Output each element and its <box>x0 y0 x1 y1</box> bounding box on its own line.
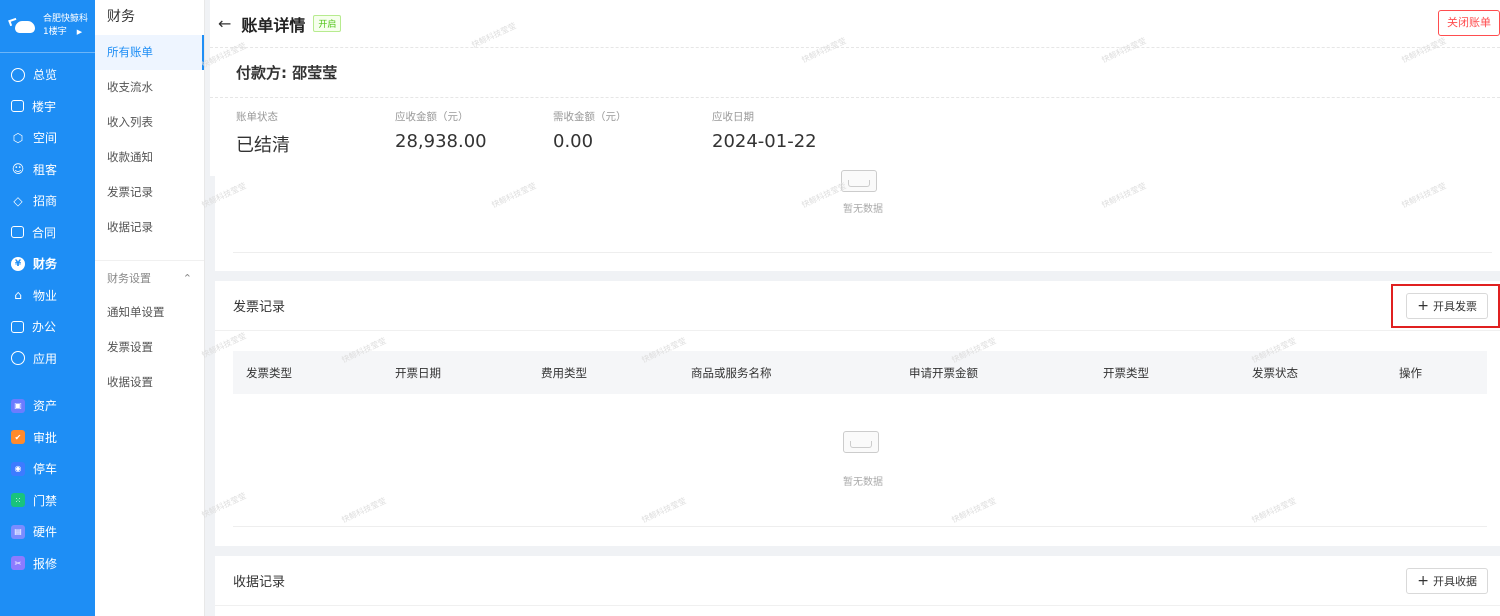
stat-due: 需收金额（元） 0.00 <box>553 111 627 152</box>
col-invoice-type: 发票类型 <box>246 366 292 380</box>
nav-item-building[interactable]: 楼宇 <box>0 91 95 123</box>
chevron-up-icon: ⌃ <box>182 272 192 285</box>
invoice-table-header: 发票类型 开票日期 费用类型 商品或服务名称 申请开票金额 开票类型 发票状态 … <box>233 351 1487 394</box>
col-issue-type: 开票类型 <box>1103 366 1149 380</box>
receipt-records-card: 收据记录 + 开具收据 <box>215 556 1500 616</box>
nav-app-parking[interactable]: ◉ 停车 <box>0 453 95 485</box>
nav-app-hardware[interactable]: ▤ 硬件 <box>0 516 95 548</box>
previous-section-empty: 暂无数据 <box>215 170 1500 271</box>
nav-item-apps[interactable]: 应用 <box>0 343 95 375</box>
main-nav: 合肥快鲸科 1楼宇 ▶ 总览 楼宇 ⬡ 空间 ☺ 租客 ◇ 招商 合同 ¥ 财务 ⌂ 物业 … <box>0 0 95 616</box>
submenu-payment-notice[interactable]: 收款通知 <box>95 140 204 175</box>
submenu-invoice-settings[interactable]: 发票设置 <box>95 330 204 365</box>
col-goods-name: 商品或服务名称 <box>691 366 772 380</box>
nav-item-contract[interactable]: 合同 <box>0 217 95 249</box>
plus-icon: + <box>1417 573 1429 589</box>
access-icon: ⁙ <box>11 493 25 508</box>
document-icon <box>11 226 24 239</box>
monitor-icon <box>11 320 24 333</box>
issue-receipt-button[interactable]: + 开具收据 <box>1406 568 1488 594</box>
invoice-card-title: 发票记录 <box>215 281 1500 331</box>
page-title: 账单详情 <box>241 15 306 35</box>
stat-receivable: 应收金额（元） 28,938.00 <box>395 111 487 152</box>
page-header: ← 账单详情 开启 <box>210 0 1500 48</box>
status-badge: 开启 <box>313 15 342 32</box>
repair-icon: ✂ <box>11 556 25 571</box>
submenu-receipt-settings[interactable]: 收据设置 <box>95 365 204 400</box>
col-fee-type: 费用类型 <box>541 366 587 380</box>
nav-item-tenant[interactable]: ☺ 租客 <box>0 154 95 186</box>
nav-app-assets[interactable]: ▣ 资产 <box>0 390 95 422</box>
submenu-income-list[interactable]: 收入列表 <box>95 105 204 140</box>
invoice-records-card: 发票记录 + 开具发票 发票类型 开票日期 费用类型 商品或服务名称 申请开票金额… <box>215 281 1500 546</box>
nav-item-space[interactable]: ⬡ 空间 <box>0 122 95 154</box>
close-bill-button[interactable]: 关闭账单 <box>1438 10 1500 36</box>
empty-box-icon <box>841 170 877 192</box>
empty-text: 暂无数据 <box>843 477 883 488</box>
yen-icon: ¥ <box>11 256 25 271</box>
payer-name: 付款方: 邵莹莹 <box>210 48 1500 98</box>
nav-app-approval[interactable]: ✔ 审批 <box>0 422 95 454</box>
col-apply-amount: 申请开票金额 <box>909 366 978 380</box>
col-invoice-status: 发票状态 <box>1252 366 1298 380</box>
nav-item-finance[interactable]: ¥ 财务 <box>0 248 95 280</box>
tag-icon: ◇ <box>13 193 23 208</box>
submenu-group-settings[interactable]: 财务设置 ⌃ <box>95 260 204 295</box>
nav-item-leasing[interactable]: ◇ 招商 <box>0 185 95 217</box>
hardware-icon: ▤ <box>11 524 25 539</box>
building-name: 1楼宇 <box>43 27 67 37</box>
receipt-card-title: 收据记录 <box>215 556 1500 606</box>
dashboard-icon <box>11 67 25 82</box>
home-icon: ⌂ <box>14 288 22 303</box>
building-icon <box>11 100 24 113</box>
cube-icon: ⬡ <box>12 130 24 145</box>
nav-app-repair[interactable]: ✂ 报修 <box>0 548 95 580</box>
submenu-receipt-records[interactable]: 收据记录 <box>95 210 204 245</box>
approval-icon: ✔ <box>11 430 25 445</box>
submenu-notice-settings[interactable]: 通知单设置 <box>95 295 204 330</box>
submenu-title: 财务 <box>107 9 135 25</box>
company-name: 合肥快鲸科 <box>43 14 89 24</box>
nav-item-property[interactable]: ⌂ 物业 <box>0 280 95 312</box>
back-arrow-icon[interactable]: ← <box>218 14 231 33</box>
submenu-cashflow[interactable]: 收支流水 <box>95 70 204 105</box>
parking-icon: ◉ <box>11 461 25 476</box>
submenu-invoice-records[interactable]: 发票记录 <box>95 175 204 210</box>
col-invoice-date: 开票日期 <box>395 366 441 380</box>
users-icon: ☺ <box>11 162 25 177</box>
whale-logo-icon <box>8 17 37 35</box>
col-actions: 操作 <box>1399 366 1422 380</box>
empty-text: 暂无数据 <box>843 204 883 215</box>
nav-app-access[interactable]: ⁙ 门禁 <box>0 485 95 517</box>
nav-item-office[interactable]: 办公 <box>0 311 95 343</box>
caret-right-icon: ▶ <box>76 28 83 36</box>
nav-item-overview[interactable]: 总览 <box>0 59 95 91</box>
finance-submenu: 财务 所有账单 收支流水 收入列表 收款通知 发票记录 收据记录 财务设置 ⌃ 通… <box>95 0 205 616</box>
app-icon <box>11 351 25 366</box>
bill-summary-card: ← 账单详情 开启 关闭账单 付款方: 邵莹莹 账单状态 已结清 应收金额（元）… <box>210 0 1500 176</box>
bill-stats: 账单状态 已结清 应收金额（元） 28,938.00 需收金额（元） 0.00 … <box>210 98 1500 157</box>
company-switcher[interactable]: 合肥快鲸科 1楼宇 ▶ <box>0 0 95 53</box>
submenu-all-bills[interactable]: 所有账单 <box>95 35 204 70</box>
assets-icon: ▣ <box>11 398 25 413</box>
highlight-box <box>1391 284 1500 328</box>
stat-due-date: 应收日期 2024-01-22 <box>712 111 817 152</box>
stat-status: 账单状态 已结清 <box>236 111 290 156</box>
main-content: ← 账单详情 开启 关闭账单 付款方: 邵莹莹 账单状态 已结清 应收金额（元）… <box>200 0 1500 616</box>
empty-box-icon <box>843 431 879 453</box>
